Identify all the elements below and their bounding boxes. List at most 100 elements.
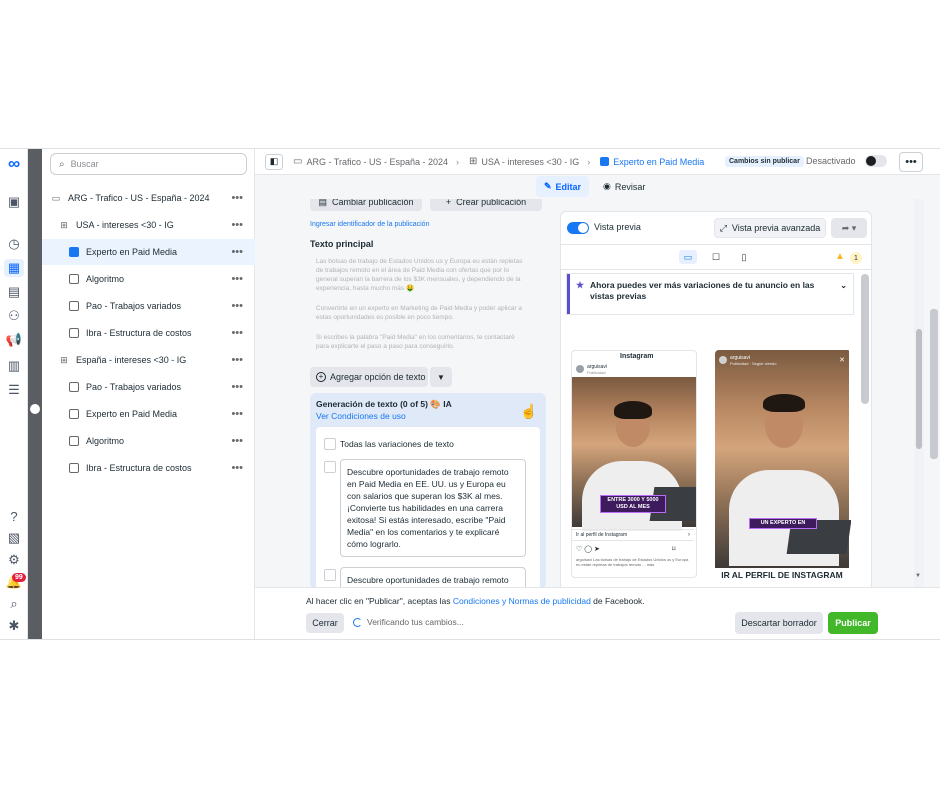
- enter-publication-id-link[interactable]: Ingresar identificador de la publicación: [310, 221, 429, 228]
- audiences-icon[interactable]: ⚇: [4, 307, 24, 325]
- ad-status-toggle[interactable]: [865, 155, 887, 167]
- post-actions-icons[interactable]: ♡ ◯ ➤ ⌑: [576, 545, 675, 553]
- variation-card[interactable]: Descubre oportunidades de trabajo remoto: [340, 567, 526, 587]
- device-desktop-icon[interactable]: ▭: [679, 250, 697, 264]
- avatar: [576, 365, 584, 373]
- tab-review[interactable]: ◉ Revisar: [597, 176, 651, 197]
- tree-item-ad[interactable]: Ibra - Estructura de costos •••: [42, 455, 255, 481]
- settings-icon[interactable]: ⚙: [4, 551, 24, 569]
- change-publication-button[interactable]: ▤ Cambiar publicación: [310, 199, 422, 211]
- tree-item-ad[interactable]: Pao - Trabajos variados •••: [42, 293, 255, 319]
- main-scrollbar-thumb[interactable]: [916, 329, 922, 449]
- bug-report-icon[interactable]: ✱: [4, 617, 24, 635]
- footer-bar: Al hacer clic en "Publicar", aceptas las…: [255, 587, 940, 639]
- tree-item-ad-selected[interactable]: Experto en Paid Media •••: [42, 239, 255, 265]
- tree-item-ad[interactable]: Algoritmo •••: [42, 266, 255, 292]
- tree-item-adset[interactable]: ⊞ USA - intereses <30 - IG •••: [42, 212, 255, 238]
- campaign-tree-panel: ⌕ Buscar ▭ ARG - Trafico - US - España -…: [42, 149, 255, 639]
- device-tablet-icon[interactable]: ☐: [707, 250, 725, 264]
- folder-icon: ▭: [51, 192, 61, 203]
- primary-text-paragraph[interactable]: Las bolsas de trabajo de Estados Unidos …: [316, 257, 526, 293]
- tree-item-ad[interactable]: Pao - Trabajos variados •••: [42, 374, 255, 400]
- create-publication-button[interactable]: + Crear publicación: [430, 199, 542, 211]
- expand-handle[interactable]: [30, 404, 40, 414]
- page-scrollbar[interactable]: [930, 309, 938, 459]
- meta-logo-icon[interactable]: ∞: [4, 154, 24, 173]
- dashboard-icon[interactable]: ◷: [4, 235, 24, 253]
- tree-item-ad[interactable]: Ibra - Estructura de costos •••: [42, 320, 255, 346]
- advanced-preview-button[interactable]: ⤢ Vista previa avanzada: [714, 218, 826, 238]
- account-icon[interactable]: ▣: [4, 193, 24, 211]
- instagram-feed-preview[interactable]: Instagram arguisavi Publicidad ENTRE 300…: [571, 350, 697, 578]
- preview-toggle[interactable]: [567, 222, 589, 234]
- search-placeholder: Buscar: [70, 159, 99, 169]
- tab-edit[interactable]: ✎ Editar: [536, 176, 590, 197]
- breadcrumb-ad[interactable]: Experto en Paid Media: [600, 157, 704, 167]
- variation-checkbox[interactable]: [324, 461, 336, 473]
- more-options-icon[interactable]: •••: [231, 192, 243, 204]
- pencil-icon: ✎: [544, 181, 552, 191]
- add-text-option-button[interactable]: + Agregar opción de texto: [310, 367, 428, 387]
- discard-draft-button[interactable]: Descartar borrador: [735, 612, 823, 634]
- instagram-story-preview[interactable]: arguisavi Publicidad · Seguir viendo ✕ U…: [715, 350, 851, 582]
- tree-item-adset[interactable]: ⊞ España - intereses <30 - IG •••: [42, 347, 255, 373]
- variation-checkbox[interactable]: [324, 569, 336, 581]
- more-options-icon[interactable]: •••: [231, 381, 243, 393]
- top-bar: ◧ ▭ ARG - Trafico - US - España - 2024 ›…: [255, 149, 940, 175]
- more-options-icon[interactable]: •••: [231, 435, 243, 447]
- reports-icon[interactable]: ▧: [4, 529, 24, 547]
- billing-icon[interactable]: ▥: [4, 357, 24, 375]
- story-video[interactable]: arguisavi Publicidad · Seguir viendo ✕ U…: [715, 350, 851, 568]
- ads-manager-icon[interactable]: ▦: [4, 259, 24, 277]
- ad-icon: [68, 246, 80, 258]
- warning-count: 1: [850, 252, 862, 264]
- story-cta-banner[interactable]: IR AL PERFIL DE INSTAGRAM: [715, 568, 849, 582]
- device-mobile-icon[interactable]: ▯: [735, 250, 753, 264]
- more-options-icon[interactable]: •••: [231, 354, 243, 366]
- variations-notice[interactable]: ★ Ahora puedes ver más variaciones de tu…: [567, 274, 853, 314]
- advanced-preview-label: Vista previa avanzada: [731, 223, 821, 233]
- ad-icon: [68, 435, 80, 447]
- more-options-icon[interactable]: •••: [231, 462, 243, 474]
- menu-icon[interactable]: ☰: [4, 381, 24, 399]
- search-icon[interactable]: ⌕: [4, 595, 24, 613]
- more-options-icon[interactable]: •••: [231, 273, 243, 285]
- add-text-dropdown-button[interactable]: ▼: [430, 367, 452, 387]
- publish-button[interactable]: Publicar: [828, 612, 878, 634]
- ad-policies-link[interactable]: Condiciones y Normas de publicidad: [453, 596, 591, 606]
- panel-toggle-icon[interactable]: ◧: [265, 153, 283, 170]
- close-button[interactable]: Cerrar: [306, 613, 344, 633]
- pages-icon[interactable]: ▤: [4, 283, 24, 301]
- scroll-down-arrow-icon[interactable]: ▼: [915, 573, 921, 579]
- more-options-icon[interactable]: •••: [231, 246, 243, 258]
- help-icon[interactable]: ?: [4, 507, 24, 525]
- terms-of-use-link[interactable]: Ver Condiciones de uso: [316, 411, 406, 421]
- cta-bar[interactable]: Ir al perfil de Instagram ›: [572, 529, 694, 541]
- tree-item-ad[interactable]: Algoritmo •••: [42, 428, 255, 454]
- more-options-button[interactable]: •••: [899, 152, 923, 172]
- select-all-checkbox[interactable]: [324, 438, 336, 450]
- chevron-right-icon: ›: [688, 532, 690, 538]
- variation-card[interactable]: Descubre oportunidades de trabajo remoto…: [340, 459, 526, 557]
- ad-video[interactable]: ENTRE 3000 Y 5000 USD AL MES: [572, 377, 696, 531]
- breadcrumb-adset[interactable]: ⊞ USA - intereses <30 - IG ›: [469, 156, 590, 167]
- preview-scrollbar[interactable]: [861, 274, 869, 404]
- tree-item-ad[interactable]: Experto en Paid Media •••: [42, 401, 255, 427]
- primary-text-paragraph[interactable]: Convertirte en un experto en Marketing d…: [316, 304, 526, 322]
- primary-text-paragraph[interactable]: Si escribes la palabra "Paid Media" en l…: [316, 333, 526, 351]
- tab-edit-label: Editar: [555, 181, 582, 192]
- breadcrumb-campaign[interactable]: ▭ ARG - Trafico - US - España - 2024 ›: [293, 156, 459, 167]
- more-options-icon[interactable]: •••: [231, 219, 243, 231]
- more-options-icon[interactable]: •••: [231, 300, 243, 312]
- create-publication-label: Crear publicación: [456, 199, 527, 207]
- campaigns-icon[interactable]: 📢: [4, 331, 24, 349]
- more-options-icon[interactable]: •••: [231, 408, 243, 420]
- tree-item-campaign[interactable]: ▭ ARG - Trafico - US - España - 2024 •••: [42, 185, 255, 211]
- more-options-icon[interactable]: •••: [231, 327, 243, 339]
- close-icon[interactable]: ✕: [839, 356, 845, 364]
- chevron-down-icon[interactable]: ⌄: [840, 280, 847, 291]
- search-input[interactable]: ⌕ Buscar: [50, 153, 247, 175]
- share-preview-button[interactable]: ➦ ▾: [831, 218, 867, 238]
- warning-icon[interactable]: ▲: [835, 251, 845, 262]
- ad-icon: [68, 381, 80, 393]
